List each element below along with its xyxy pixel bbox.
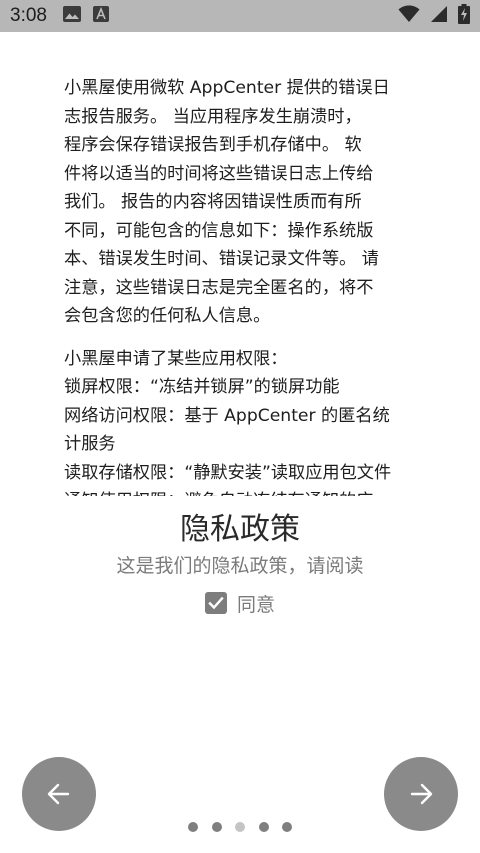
policy-line: 小黑屋使用微软 AppCenter 提供的错误日 — [64, 78, 390, 98]
agree-checkbox[interactable] — [204, 592, 227, 614]
arrow-left-icon — [47, 783, 70, 805]
page-title: 隐私政策 — [180, 512, 300, 547]
policy-text-scroll[interactable]: 小黑屋使用微软 AppCenter 提供的错误日 志报告服务。 当应用程序发生崩… — [64, 74, 418, 496]
previous-page-button[interactable] — [22, 757, 96, 831]
page-dot-active[interactable] — [235, 822, 245, 832]
policy-line: 小黑屋申请了某些应用权限： — [64, 348, 288, 369]
page-dot[interactable] — [188, 822, 198, 832]
status-bar: 3:08 — [0, 0, 480, 32]
arrow-right-icon — [410, 783, 433, 805]
checkmark-icon — [208, 596, 224, 610]
policy-line: 注意，这些错误日志是完全匿名的，将不 — [64, 277, 374, 298]
policy-line: 计服务 — [64, 434, 116, 454]
policy-line: 志报告服务。 当应用程序发生崩溃时， — [64, 106, 362, 127]
agree-label[interactable]: 同意 — [237, 590, 275, 617]
policy-line: 锁屏权限：“冻结并锁屏”的锁屏功能 — [64, 377, 340, 397]
policy-line: 我们。 报告的内容将因错误性质而有所 — [64, 192, 362, 212]
policy-line: 本、错误发生时间、错误记录文件等。 请 — [64, 249, 379, 269]
policy-line: 会包含您的任何私人信息。 — [64, 306, 271, 326]
agree-checkbox-row[interactable]: 同意 — [0, 588, 480, 618]
battery-charging-icon — [458, 4, 470, 28]
image-icon — [62, 6, 81, 26]
policy-paragraph-2: 小黑屋申请了某些应用权限： 锁屏权限：“冻结并锁屏”的锁屏功能 网络访问权限：基… — [64, 345, 418, 497]
page-indicator — [188, 821, 292, 833]
wifi-icon — [398, 5, 420, 27]
policy-line: 通知使用权限：避免自动冻结有通知的应 — [64, 487, 418, 496]
policy-paragraph-1: 小黑屋使用微软 AppCenter 提供的错误日 志报告服务。 当应用程序发生崩… — [64, 74, 418, 331]
signal-icon — [430, 5, 448, 27]
text-icon — [92, 6, 109, 26]
status-right-icons — [398, 0, 470, 32]
status-left-icons — [62, 6, 109, 26]
page-dot[interactable] — [258, 822, 269, 832]
policy-line: 不同，可能包含的信息如下：操作系统版 — [64, 220, 374, 241]
page-dot[interactable] — [211, 822, 222, 832]
policy-line: 件将以适当的时间将这些错误日志上传给 — [64, 163, 374, 184]
policy-line: 网络访问权限：基于 AppCenter 的匿名统 — [64, 405, 390, 426]
next-page-button[interactable] — [384, 757, 458, 831]
page-dot[interactable] — [282, 822, 292, 832]
policy-line: 读取存储权限：“静默安装”读取应用包文件 — [64, 462, 392, 483]
status-time: 3:08 — [10, 5, 47, 26]
policy-line: 程序会保存错误报告到手机存储中。 软 — [64, 135, 362, 155]
page-subtitle: 这是我们的隐私政策，请阅读 — [116, 555, 364, 577]
